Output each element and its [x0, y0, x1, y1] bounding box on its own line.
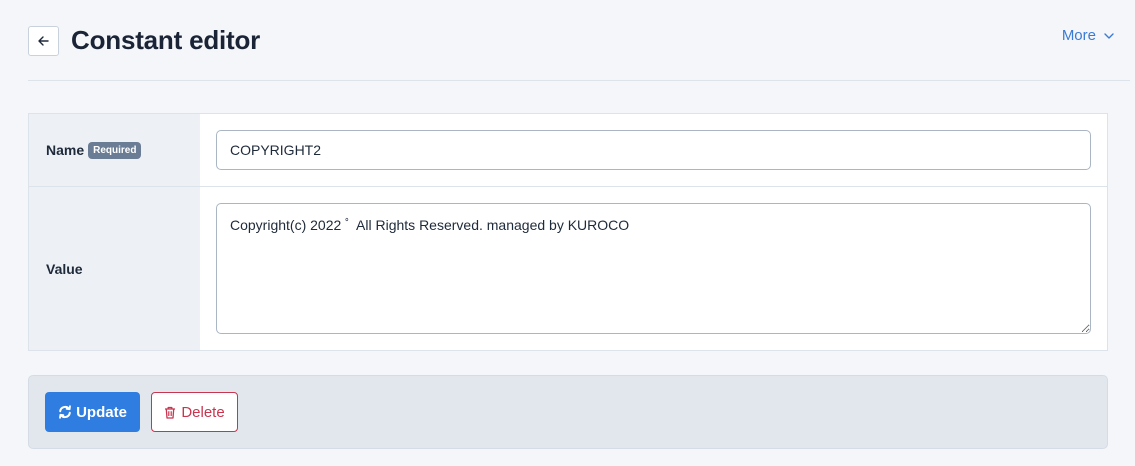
update-button[interactable]: Update	[45, 392, 140, 432]
name-input-cell	[200, 114, 1107, 186]
page-header: Constant editor More	[28, 0, 1130, 81]
required-badge: Required	[88, 141, 142, 159]
chevron-down-icon	[1104, 32, 1114, 39]
refresh-icon	[58, 405, 72, 419]
update-label: Update	[76, 403, 127, 421]
value-label-cell: Value	[29, 187, 200, 350]
name-label-cell: Name Required	[29, 114, 200, 186]
back-button[interactable]	[28, 26, 59, 56]
arrow-left-icon	[38, 36, 49, 46]
value-label: Value	[46, 260, 83, 277]
more-label: More	[1061, 27, 1096, 44]
page-title: Constant editor	[71, 25, 261, 55]
name-label: Name	[46, 142, 85, 158]
trash-icon	[164, 406, 176, 419]
name-input[interactable]	[216, 130, 1091, 170]
value-textarea[interactable]: Copyright(c) 2022 ﾟ All Rights Reserved.…	[216, 203, 1091, 334]
delete-label: Delete	[181, 403, 225, 421]
action-bar: Update Delete	[28, 375, 1108, 449]
constant-form: Name Required Value Copyright(c) 2022 ﾟ …	[28, 113, 1108, 351]
value-row: Value Copyright(c) 2022 ﾟ All Rights Res…	[29, 187, 1107, 350]
delete-button[interactable]: Delete	[151, 392, 238, 432]
name-row: Name Required	[29, 114, 1107, 187]
more-menu-button[interactable]: More	[1062, 27, 1114, 44]
value-input-cell: Copyright(c) 2022 ﾟ All Rights Reserved.…	[200, 187, 1107, 350]
